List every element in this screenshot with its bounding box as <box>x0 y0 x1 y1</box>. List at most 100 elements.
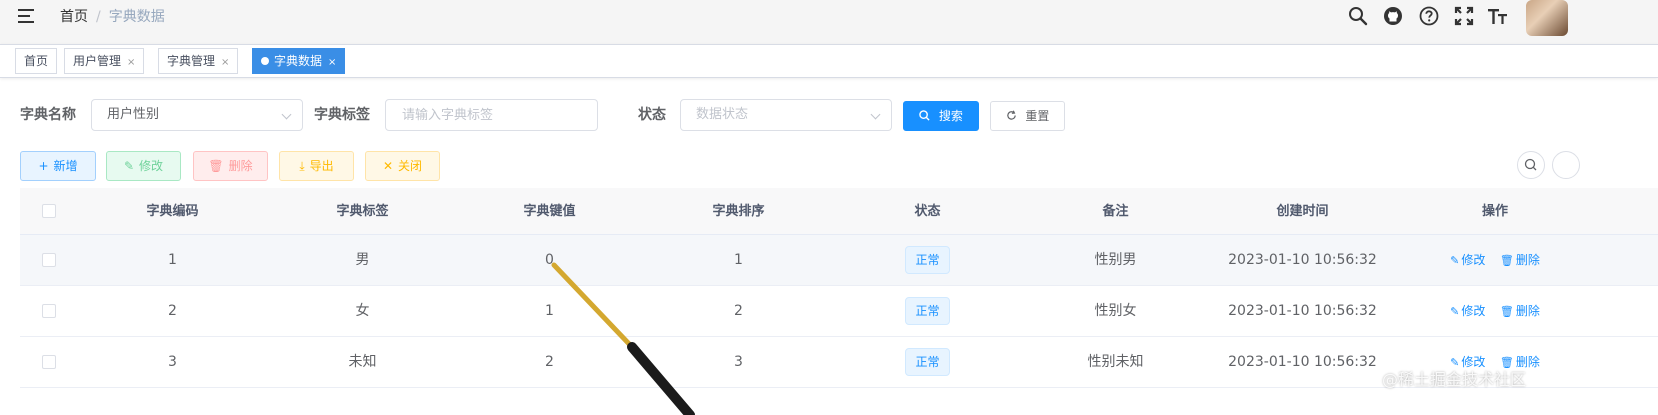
cell-remark: 性别女 <box>1094 303 1137 319</box>
tag-label: 字典管理 <box>167 54 216 68</box>
question-icon[interactable] <box>1418 6 1440 28</box>
refresh-table-button[interactable] <box>1552 151 1580 179</box>
row-checkbox[interactable] <box>42 304 56 318</box>
column-actions: 操作 <box>1481 204 1508 219</box>
add-button-label: 新增 <box>53 159 78 173</box>
fullscreen-icon[interactable] <box>1453 6 1475 28</box>
column-dict-value: 字典键值 <box>523 204 576 219</box>
breadcrumb-home[interactable]: 首页 <box>60 9 88 25</box>
trash-icon: 🗑 <box>1499 254 1514 267</box>
tag-home[interactable]: 首页 <box>15 48 58 74</box>
cell-created-time: 2023-01-10 10:56:32 <box>1228 252 1377 268</box>
delete-button[interactable]: 🗑 删除 <box>193 151 268 181</box>
edit-icon: ✎ <box>1450 254 1460 267</box>
breadcrumb-current: 字典数据 <box>108 9 165 25</box>
cell-dict-label: 男 <box>355 252 370 268</box>
cell-dict-code: 3 <box>168 354 177 370</box>
row-delete-button[interactable]: 🗑 删除 <box>1500 253 1540 267</box>
export-button-label: 导出 <box>309 159 334 173</box>
select-all-checkbox[interactable] <box>42 204 56 218</box>
close-icon[interactable]: × <box>127 51 135 75</box>
navbar: 首页 / 字典数据 <box>0 0 1658 44</box>
tag-user-management[interactable]: 用户管理 × <box>64 48 145 75</box>
edit-button-label: 修改 <box>139 159 164 173</box>
reset-button-label: 重置 <box>1025 109 1050 123</box>
cell-actions: ✎ 修改 🗑 删除 <box>1430 235 1560 286</box>
cell-dict-code: 2 <box>168 303 177 319</box>
status-badge: 正常 <box>905 348 950 376</box>
column-remark: 备注 <box>1102 204 1129 219</box>
avatar[interactable] <box>1526 0 1568 36</box>
column-created-time: 创建时间 <box>1276 204 1329 219</box>
column-dict-sort: 字典排序 <box>712 204 765 219</box>
export-button[interactable]: ⤓ 导出 <box>279 151 354 181</box>
cell-dict-code: 1 <box>168 252 177 268</box>
row-checkbox[interactable] <box>42 355 56 369</box>
pointer-stick-icon <box>551 262 695 415</box>
hamburger-icon[interactable] <box>18 8 36 24</box>
status-badge: 正常 <box>905 246 950 274</box>
search-button[interactable]: 搜索 <box>903 101 979 131</box>
chevron-down-icon <box>870 109 881 120</box>
row-edit-button[interactable]: ✎ 修改 <box>1450 304 1485 318</box>
tag-dict-management[interactable]: 字典管理 × <box>158 48 239 75</box>
table-row[interactable]: 2 女 1 2 正常 性别女 2023-01-10 10:56:32 ✎ 修改 🗑… <box>20 286 1658 337</box>
dict-label-input[interactable] <box>402 100 581 130</box>
dict-name-select[interactable]: 用户性别 <box>91 99 303 131</box>
table-row[interactable]: 1 男 0 1 正常 性别男 2023-01-10 10:56:32 ✎ 修改 🗑… <box>20 235 1658 286</box>
plus-icon: + <box>38 159 49 173</box>
row-delete-button[interactable]: 🗑 删除 <box>1500 304 1540 318</box>
row-delete-label: 删除 <box>1515 253 1540 267</box>
tag-label: 首页 <box>24 54 49 68</box>
row-checkbox[interactable] <box>42 253 56 267</box>
cell-created-time: 2023-01-10 10:56:32 <box>1228 303 1377 319</box>
status-label: 状态 <box>638 107 666 123</box>
close-button[interactable]: ✕ 关闭 <box>365 151 440 181</box>
edit-button[interactable]: ✎ 修改 <box>106 151 181 181</box>
breadcrumb-separator: / <box>96 9 101 25</box>
reset-button[interactable]: 重置 <box>990 101 1065 131</box>
dict-name-value: 用户性别 <box>107 107 160 122</box>
trash-icon: 🗑 <box>208 159 224 173</box>
cell-dict-label: 未知 <box>348 354 377 370</box>
cell-remark: 性别未知 <box>1087 354 1144 370</box>
cell-status: 正常 <box>835 286 1020 337</box>
edit-icon: ✎ <box>123 159 135 173</box>
watermark: @稀土掘金技术社区 <box>1382 370 1527 389</box>
dict-label-input-wrapper <box>385 99 598 131</box>
column-status: 状态 <box>914 204 941 219</box>
row-edit-label: 修改 <box>1461 253 1486 267</box>
row-edit-label: 修改 <box>1461 304 1486 318</box>
chevron-down-icon <box>281 109 292 120</box>
font-size-icon[interactable] <box>1487 6 1509 28</box>
tag-dict-data[interactable]: 字典数据 × <box>252 48 346 75</box>
toggle-search-button[interactable] <box>1517 151 1545 179</box>
cell-dict-label: 女 <box>355 303 370 319</box>
close-button-label: 关闭 <box>398 159 423 173</box>
column-dict-code: 字典编码 <box>146 204 199 219</box>
column-dict-label: 字典标签 <box>336 204 389 219</box>
tag-label: 字典数据 <box>274 54 323 68</box>
active-dot-icon <box>261 57 269 65</box>
row-delete-label: 删除 <box>1515 304 1540 318</box>
cell-status: 正常 <box>835 235 1020 286</box>
search-icon[interactable] <box>1347 6 1369 28</box>
row-edit-button[interactable]: ✎ 修改 <box>1450 253 1485 267</box>
github-icon[interactable] <box>1382 6 1404 28</box>
refresh-icon <box>1006 109 1021 123</box>
delete-button-label: 删除 <box>228 159 253 173</box>
status-select[interactable]: 数据状态 <box>680 99 892 131</box>
cell-status: 正常 <box>835 337 1020 388</box>
status-badge: 正常 <box>905 297 950 325</box>
breadcrumb: 首页 / 字典数据 <box>60 8 165 26</box>
close-icon[interactable]: × <box>328 51 336 75</box>
close-icon[interactable]: × <box>221 51 229 75</box>
search-button-label: 搜索 <box>938 109 963 123</box>
dict-label-label: 字典标签 <box>314 107 370 123</box>
add-button[interactable]: + 新增 <box>20 151 96 181</box>
close-icon: ✕ <box>382 159 394 173</box>
edit-icon: ✎ <box>1450 305 1460 318</box>
tag-label: 用户管理 <box>73 54 122 68</box>
cell-remark: 性别男 <box>1094 252 1137 268</box>
table-header: 字典编码 字典标签 字典键值 字典排序 状态 备注 创建时间 操作 <box>20 188 1658 235</box>
